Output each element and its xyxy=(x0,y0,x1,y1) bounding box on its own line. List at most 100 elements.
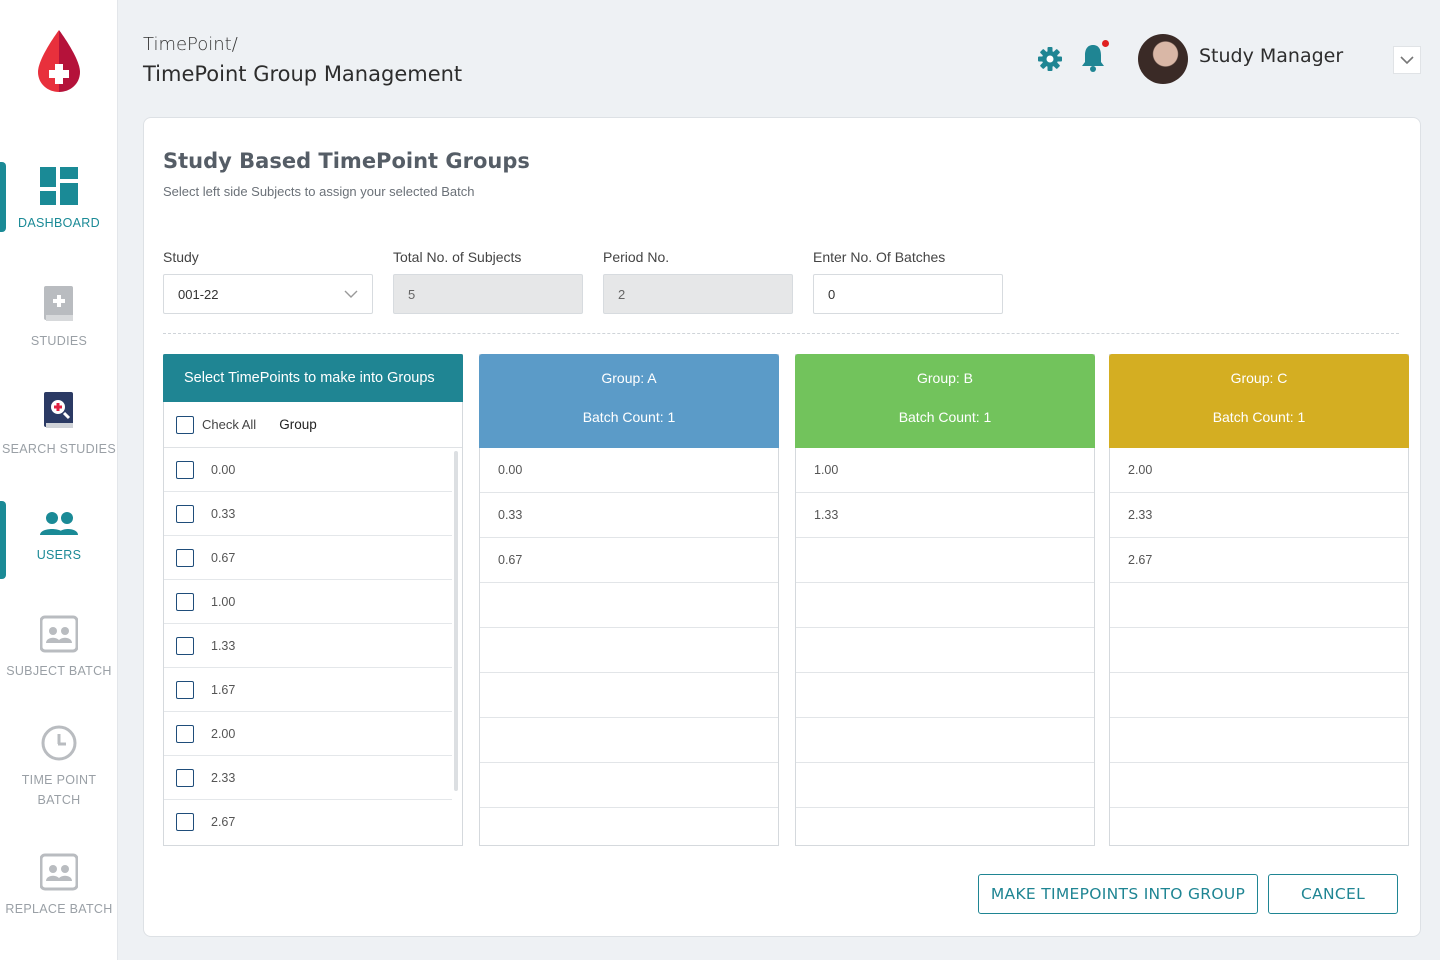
sidebar-item-search-studies[interactable]: SEARCH STUDIES xyxy=(0,391,118,459)
timepoint-row[interactable]: 2.67 xyxy=(164,800,452,844)
timepoint-value: 2.33 xyxy=(211,770,236,785)
sidebar-item-subject-batch[interactable]: SUBJECT BATCH xyxy=(0,615,118,681)
card-title: Study Based TimePoint Groups xyxy=(163,149,530,173)
timepoint-value: 0.67 xyxy=(211,550,236,565)
group-header: Group: C Batch Count: 1 xyxy=(1109,354,1409,448)
gear-icon[interactable] xyxy=(1037,46,1063,72)
group-column-label: Group xyxy=(279,417,317,432)
sidebar-item-time-point-batch[interactable]: TIME POINT BATCH xyxy=(0,724,118,810)
dashboard-icon xyxy=(40,167,78,205)
study-select[interactable]: 001-22 xyxy=(163,274,373,314)
bell-icon xyxy=(1082,45,1104,72)
period-no-field: 2 xyxy=(603,274,793,314)
group-item-empty xyxy=(796,628,1094,673)
timepoint-row[interactable]: 0.00 xyxy=(164,448,452,492)
timepoint-checkbox[interactable] xyxy=(176,813,194,831)
total-subjects-label: Total No. of Subjects xyxy=(393,249,522,265)
timepoint-row[interactable]: 0.67 xyxy=(164,536,452,580)
sidebar-item-label: USERS xyxy=(36,548,82,562)
group-item-empty xyxy=(480,628,778,673)
scrollbar[interactable] xyxy=(454,451,458,791)
sidebar-item-dashboard[interactable]: DASHBOARD xyxy=(0,167,118,233)
timepoint-row[interactable]: 2.00 xyxy=(164,712,452,756)
timepoint-value: 2.67 xyxy=(211,815,236,829)
group-item: 1.00 xyxy=(796,448,1094,493)
timepoint-row[interactable]: 0.33 xyxy=(164,492,452,536)
id-card-icon xyxy=(40,853,78,891)
sidebar-item-label: REPLACE BATCH xyxy=(5,902,113,916)
group-column-a: Group: A Batch Count: 1 0.00 0.33 0.67 xyxy=(479,354,779,846)
chevron-down-icon xyxy=(344,290,358,298)
group-header: Group: B Batch Count: 1 xyxy=(795,354,1095,448)
group-batch-count: Batch Count: 1 xyxy=(582,409,676,425)
group-batch-count: Batch Count: 1 xyxy=(898,409,992,425)
timepoint-checkbox[interactable] xyxy=(176,460,194,479)
group-item: 0.00 xyxy=(480,448,778,493)
timepoint-value: 2.00 xyxy=(211,726,236,741)
group-item-empty xyxy=(1110,673,1408,718)
sidebar-item-label: STUDIES xyxy=(30,334,88,348)
group-item-empty xyxy=(1110,628,1408,673)
notification-dot xyxy=(1102,40,1109,47)
timepoint-row[interactable]: 2.33 xyxy=(164,756,452,800)
timepoint-checkbox[interactable] xyxy=(176,504,194,523)
breadcrumb[interactable]: TimePoint/ xyxy=(143,34,238,55)
timepoint-list[interactable]: 0.00 0.33 0.67 1.00 1.33 1.67 2.00 2.33 … xyxy=(164,448,462,844)
user-name[interactable]: Study Manager xyxy=(1199,45,1343,67)
sidebar-item-label: SEARCH STUDIES xyxy=(2,442,116,456)
timepoint-selector: Select TimePoints to make into Groups Ch… xyxy=(163,354,463,846)
timepoint-selector-header: Select TimePoints to make into Groups xyxy=(163,354,463,402)
timepoint-value: 1.00 xyxy=(211,594,236,609)
group-name: Group: A xyxy=(601,370,657,386)
timepoint-checkbox[interactable] xyxy=(176,592,194,611)
cancel-button[interactable]: CANCEL xyxy=(1268,874,1398,914)
timepoint-row[interactable]: 1.33 xyxy=(164,624,452,668)
group-item-empty xyxy=(796,673,1094,718)
group-header: Group: A Batch Count: 1 xyxy=(479,354,779,448)
timepoint-checkbox[interactable] xyxy=(176,548,194,567)
total-subjects-field: 5 xyxy=(393,274,583,314)
group-item: 0.67 xyxy=(480,538,778,583)
timepoint-checkbox[interactable] xyxy=(176,680,194,699)
timepoint-row[interactable]: 1.67 xyxy=(164,668,452,712)
period-no-label: Period No. xyxy=(603,249,670,265)
group-column-c: Group: C Batch Count: 1 2.00 2.33 2.67 xyxy=(1109,354,1409,846)
check-all-checkbox[interactable] xyxy=(176,415,194,434)
timepoint-value: 0.00 xyxy=(211,462,236,477)
group-column-b: Group: B Batch Count: 1 1.00 1.33 xyxy=(795,354,1095,846)
group-item-empty xyxy=(480,718,778,763)
timepoint-value: 1.33 xyxy=(211,638,236,653)
page-title: TimePoint Group Management xyxy=(143,62,463,86)
sidebar-item-label-line2: BATCH xyxy=(37,793,81,807)
timepoint-group-card: Study Based TimePoint Groups Select left… xyxy=(143,117,1421,937)
users-icon xyxy=(40,512,78,535)
avatar[interactable] xyxy=(1138,34,1188,84)
group-item-empty xyxy=(1110,763,1408,808)
group-item-empty xyxy=(796,718,1094,763)
make-timepoints-into-group-button[interactable]: MAKE TIMEPOINTS INTO GROUP xyxy=(978,874,1258,914)
group-item-empty xyxy=(1110,583,1408,628)
timepoint-checkbox[interactable] xyxy=(176,724,194,743)
user-menu-dropdown[interactable] xyxy=(1393,46,1421,74)
sidebar-item-replace-batch[interactable]: REPLACE BATCH xyxy=(0,853,118,919)
sidebar: DASHBOARD STUDIES SEARCH STUDIES USERS S… xyxy=(0,0,118,960)
group-item: 2.00 xyxy=(1110,448,1408,493)
search-book-icon xyxy=(44,392,73,428)
group-item: 2.33 xyxy=(1110,493,1408,538)
notification-bell[interactable] xyxy=(1081,40,1109,72)
group-name: Group: C xyxy=(1230,370,1288,386)
timepoint-checkbox[interactable] xyxy=(176,768,194,787)
sidebar-item-users[interactable]: USERS xyxy=(0,511,118,565)
group-item-empty xyxy=(1110,718,1408,763)
check-all-row: Check All Group xyxy=(164,402,462,448)
group-item-empty xyxy=(796,538,1094,583)
timepoint-row[interactable]: 1.00 xyxy=(164,580,452,624)
sidebar-item-studies[interactable]: STUDIES xyxy=(0,285,118,351)
timepoint-checkbox[interactable] xyxy=(176,636,194,655)
blood-drop-logo-icon xyxy=(38,30,80,92)
clock-icon xyxy=(41,725,77,761)
id-card-icon xyxy=(40,615,78,653)
batches-input[interactable]: 0 xyxy=(813,274,1003,314)
card-subtitle: Select left side Subjects to assign your… xyxy=(163,184,475,199)
group-item-empty xyxy=(796,763,1094,808)
